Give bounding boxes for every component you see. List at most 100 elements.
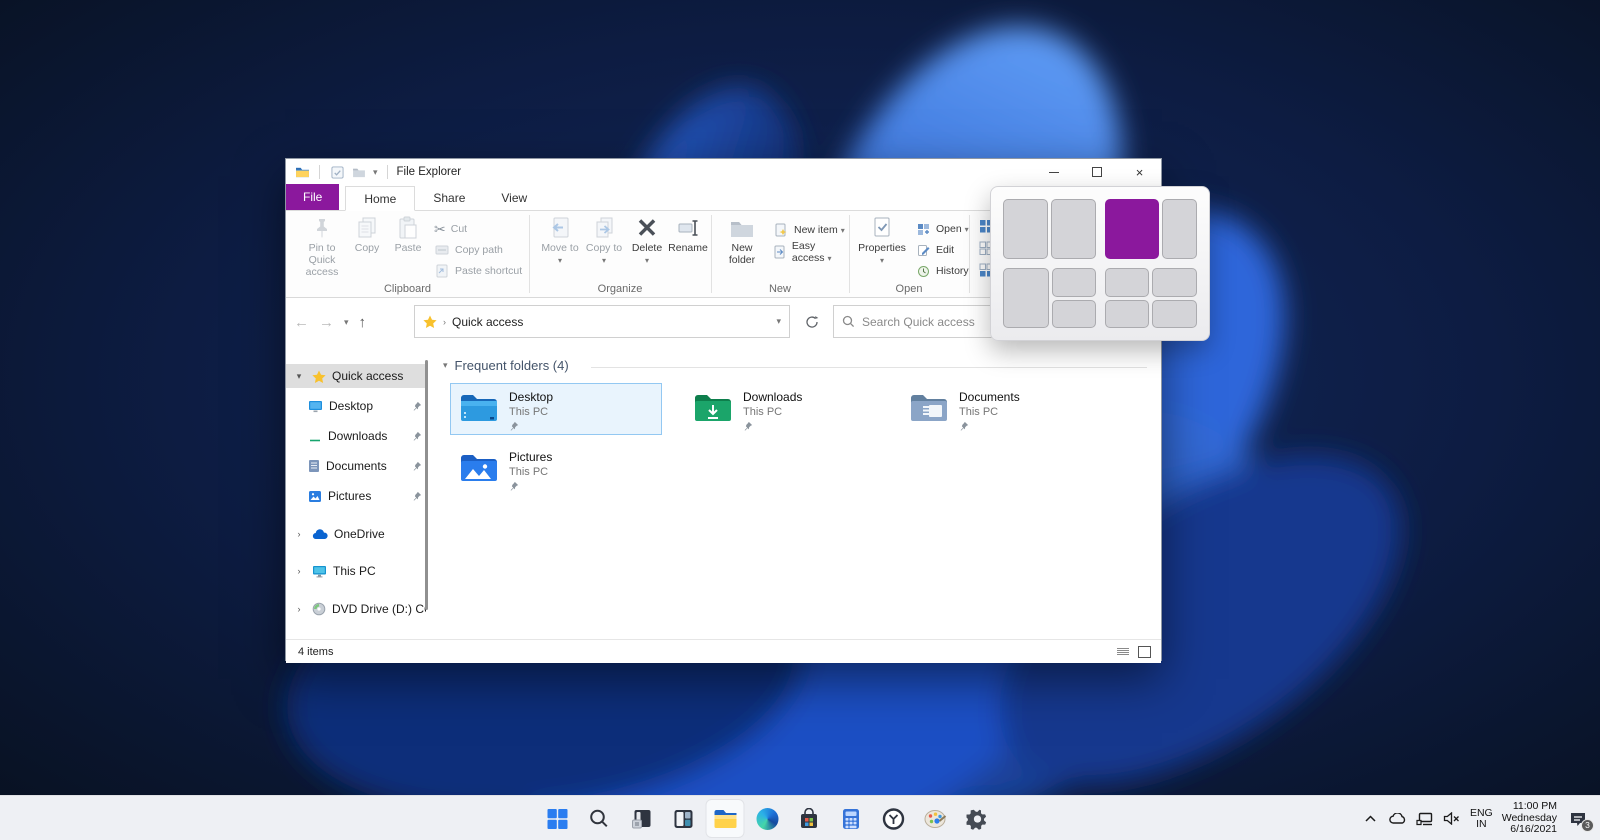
chevron-right-icon[interactable]: › [292,529,306,539]
onedrive-tray-icon[interactable] [1389,810,1407,828]
volume-muted-tray-icon[interactable] [1443,810,1461,828]
snap-layout-two-columns[interactable] [1003,199,1096,259]
large-icons-view-button[interactable] [1138,645,1151,658]
history-button[interactable]: History [915,261,969,281]
file-explorer-icon [714,809,736,828]
qat-customize-chevron-icon[interactable]: ▾ [373,167,378,178]
folder-tile-pictures[interactable]: Pictures This PC [450,443,662,495]
sidebar-item-dvd-drive[interactable]: › DVD Drive (D:) CC [286,597,427,621]
properties-button[interactable]: Properties ▾ [855,215,909,267]
sidebar-item-documents[interactable]: Documents [286,454,426,478]
downloads-icon [310,439,320,442]
snap-layout-left-stacked-right[interactable] [1003,268,1096,328]
documents-icon [309,460,319,472]
paint-icon [924,810,947,828]
snap-zone[interactable] [1152,299,1197,328]
tab-share[interactable]: Share [415,185,483,210]
chevron-down-icon[interactable]: ▾ [292,371,306,382]
maximize-icon [1091,167,1102,177]
network-tray-icon[interactable] [1416,810,1434,828]
tab-file[interactable]: File [286,184,340,210]
refresh-button[interactable] [797,305,827,338]
snap-zone[interactable] [1003,199,1048,259]
tab-home[interactable]: Home [345,186,416,211]
folder-tile-desktop[interactable]: Desktop This PC [450,383,662,435]
sidebar-item-pictures[interactable]: Pictures [286,484,426,508]
new-folder-button[interactable]: New folder [719,215,765,267]
snap-zone[interactable] [1104,268,1150,297]
up-button[interactable]: ↑ [359,314,367,331]
snap-zone[interactable] [1051,299,1096,328]
copy-to-button[interactable]: Copy to ▾ [583,215,625,267]
sidebar-item-onedrive[interactable]: › OneDrive [286,522,426,546]
paste-button[interactable]: Paste [388,215,428,255]
close-button[interactable]: × [1118,159,1161,185]
maximize-button[interactable] [1075,159,1118,185]
paint-taskbar-button[interactable] [917,800,954,837]
sidebar-item-desktop[interactable]: Desktop [286,394,426,418]
cut-button[interactable]: ✂ Cut [434,219,467,239]
forward-button[interactable]: → [319,314,334,331]
calculator-taskbar-button[interactable] [833,800,870,837]
snap-layout-wide-left[interactable] [1104,199,1197,259]
new-item-button[interactable]: New item ▾ [773,220,845,240]
chevron-right-icon[interactable]: › [292,604,306,614]
scissors-icon: ✂ [434,220,446,237]
recent-locations-chevron-icon[interactable]: ▾ [344,317,349,328]
chevron-right-icon[interactable]: › [292,566,306,576]
clock-taskbar-button[interactable] [875,800,912,837]
snap-zone[interactable] [1003,268,1049,328]
edge-taskbar-button[interactable] [749,800,786,837]
breadcrumb-location[interactable]: Quick access [452,315,770,329]
copy-path-button[interactable]: Copy path [434,240,503,260]
title-bar[interactable]: ▾ File Explorer × [286,159,1161,185]
move-to-button[interactable]: Move to ▾ [539,215,581,267]
widgets-button[interactable] [665,800,702,837]
open-button[interactable]: Open ▾ [915,219,969,239]
notification-center-button[interactable]: 3 [1566,808,1594,832]
hidden-icons-chevron-icon[interactable] [1362,810,1380,828]
snap-zone[interactable] [1162,199,1197,259]
section-header-frequent-folders[interactable]: ▾ Frequent folders (4) [443,358,569,373]
file-explorer-taskbar-button[interactable] [706,800,744,837]
folder-tile-downloads[interactable]: Downloads This PC [684,383,896,435]
search-button[interactable] [581,800,618,837]
qat-properties-icon[interactable] [329,164,345,180]
copy-icon [354,215,380,241]
qat-new-folder-icon[interactable] [351,164,367,180]
tab-view[interactable]: View [483,185,545,210]
easy-access-button[interactable]: Easy access ▾ [773,240,849,264]
sidebar-item-downloads[interactable]: Downloads [286,424,426,448]
snap-zone[interactable] [1051,268,1096,297]
copy-button[interactable]: Copy [348,215,386,255]
snap-zone[interactable] [1050,199,1096,259]
address-dropdown-chevron-icon[interactable]: ▾ [776,316,781,327]
edit-button[interactable]: Edit [915,240,954,260]
close-icon: × [1135,164,1144,180]
sidebar-item-quick-access[interactable]: ▾ Quick access [286,364,426,388]
minimize-button[interactable] [1032,159,1075,185]
sidebar-item-this-pc[interactable]: › This PC [286,559,426,583]
folder-tile-documents[interactable]: Documents This PC [900,383,1112,435]
paste-shortcut-button[interactable]: Paste shortcut [434,261,522,281]
snap-zone[interactable] [1152,268,1197,297]
collapse-chevron-icon[interactable]: ▾ [443,360,448,371]
snap-zone-hovered[interactable] [1104,199,1160,259]
address-bar[interactable]: › Quick access ▾ [414,305,790,338]
task-view-button[interactable] [623,800,660,837]
store-taskbar-button[interactable] [791,800,828,837]
delete-button[interactable]: ✕ Delete ▾ [627,215,667,267]
back-button[interactable]: ← [294,314,309,331]
snap-zone[interactable] [1104,299,1150,328]
desktop: ▾ File Explorer × File Home Share View P… [0,0,1600,840]
ribbon-group-open: Properties ▾ Open ▾ Edit History Open [849,211,969,297]
snap-layout-quad[interactable] [1104,268,1197,328]
details-view-button[interactable] [1116,646,1130,658]
pin-to-quick-access-button[interactable]: Pin to Quick access [294,215,350,278]
sidebar-scrollbar[interactable] [425,360,428,610]
start-button[interactable] [539,800,576,837]
rename-button[interactable]: Rename [665,215,711,255]
language-indicator[interactable]: ENG IN [1470,807,1493,830]
tray-clock[interactable]: 11:00 PM Wednesday 6/16/2021 [1502,801,1557,836]
settings-taskbar-button[interactable] [959,800,996,837]
